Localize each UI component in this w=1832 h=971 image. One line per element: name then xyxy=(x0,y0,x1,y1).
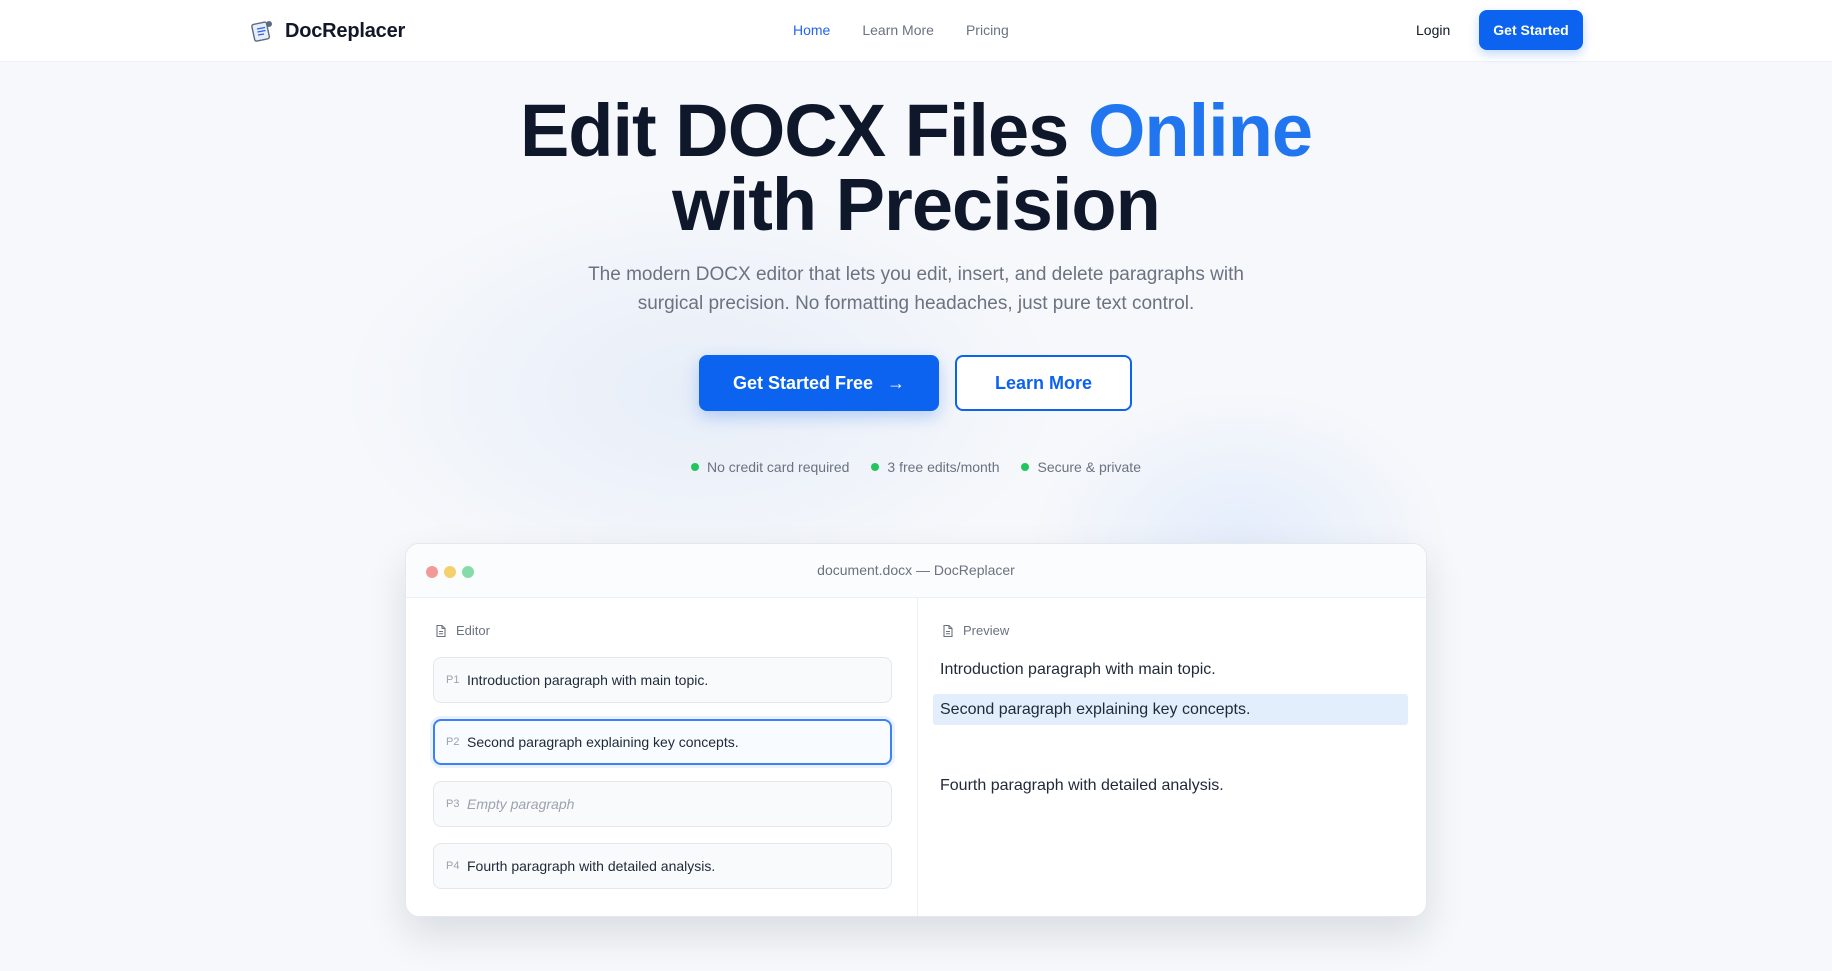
login-link[interactable]: Login xyxy=(1416,20,1450,40)
paragraph-field-p4[interactable]: P4 Fourth paragraph with detailed analys… xyxy=(433,843,892,889)
learn-more-button[interactable]: Learn More xyxy=(955,355,1132,411)
arrow-right-icon: → xyxy=(887,372,906,393)
paragraph-field-p3[interactable]: P3 Empty paragraph xyxy=(433,781,892,827)
paragraph-field-p2[interactable]: P2 Second paragraph explaining key conce… xyxy=(433,719,892,765)
get-started-free-label: Get Started Free xyxy=(732,372,874,393)
paragraph-number: P4 xyxy=(446,860,460,872)
brand-name: DocReplacer xyxy=(285,19,406,42)
get-started-free-button[interactable]: Get Started Free → xyxy=(699,355,939,411)
preview-paragraph: Second paragraph explaining key concepts… xyxy=(940,701,1251,718)
paragraph-field-p1[interactable]: P1 Introduction paragraph with main topi… xyxy=(433,657,892,703)
document-icon xyxy=(436,624,446,637)
green-dot-icon xyxy=(691,463,700,471)
preview-label-text: Preview xyxy=(963,623,1010,638)
brand[interactable]: DocReplacer xyxy=(249,16,405,46)
paragraph-number: P2 xyxy=(446,736,460,748)
pane-divider xyxy=(917,598,918,916)
top-nav: DocReplacer Home Learn More Pricing Logi… xyxy=(0,0,1832,62)
hero-title: Edit DOCX Files Online with Precision xyxy=(0,94,1832,242)
green-dot-icon xyxy=(871,463,880,471)
preview-paragraph: Introduction paragraph with main topic. xyxy=(940,661,1216,678)
perk-label: 3 free edits/month xyxy=(887,459,1000,475)
paragraph-text: Second paragraph explaining key concepts… xyxy=(467,734,739,750)
window-title: document.docx — DocReplacer xyxy=(817,562,1015,578)
paragraph-number: P3 xyxy=(446,798,460,810)
perk-item: 3 free edits/month xyxy=(871,459,999,475)
green-dot-icon xyxy=(1021,463,1030,471)
window-titlebar: document.docx — DocReplacer xyxy=(406,544,1426,598)
perks-list: No credit card required 3 free edits/mon… xyxy=(0,459,1832,475)
preview-label: Preview xyxy=(941,623,1009,638)
perk-item: Secure & private xyxy=(1021,459,1141,475)
perk-item: No credit card required xyxy=(691,459,849,475)
scroll-logo-icon xyxy=(251,21,272,42)
nav-link-learn-more[interactable]: Learn More xyxy=(862,20,934,40)
hero-subtitle: The modern DOCX editor that lets you edi… xyxy=(588,264,1244,314)
perk-label: Secure & private xyxy=(1037,459,1141,475)
paragraph-text: Fourth paragraph with detailed analysis. xyxy=(467,858,716,874)
editor-label-text: Editor xyxy=(456,623,490,638)
nav-link-home[interactable]: Home xyxy=(793,20,830,40)
editor-window: document.docx — DocReplacer Editor Previ… xyxy=(405,543,1427,917)
get-started-button[interactable]: Get Started xyxy=(1479,10,1583,50)
editor-label: Editor xyxy=(434,623,490,638)
paragraph-number: P1 xyxy=(446,674,460,686)
perk-label: No credit card required xyxy=(707,459,850,475)
document-icon xyxy=(943,624,953,637)
preview-paragraph: Fourth paragraph with detailed analysis. xyxy=(940,777,1224,794)
hero-title-part1: Edit DOCX Files xyxy=(519,89,1088,172)
nav-links: Home Learn More Pricing xyxy=(793,20,1041,40)
paragraph-text: Introduction paragraph with main topic. xyxy=(467,672,709,688)
hero-title-part2: with Precision xyxy=(672,163,1161,246)
paragraph-placeholder: Empty paragraph xyxy=(467,796,575,812)
hero-title-accent: Online xyxy=(1087,89,1313,172)
nav-link-pricing[interactable]: Pricing xyxy=(966,20,1009,40)
